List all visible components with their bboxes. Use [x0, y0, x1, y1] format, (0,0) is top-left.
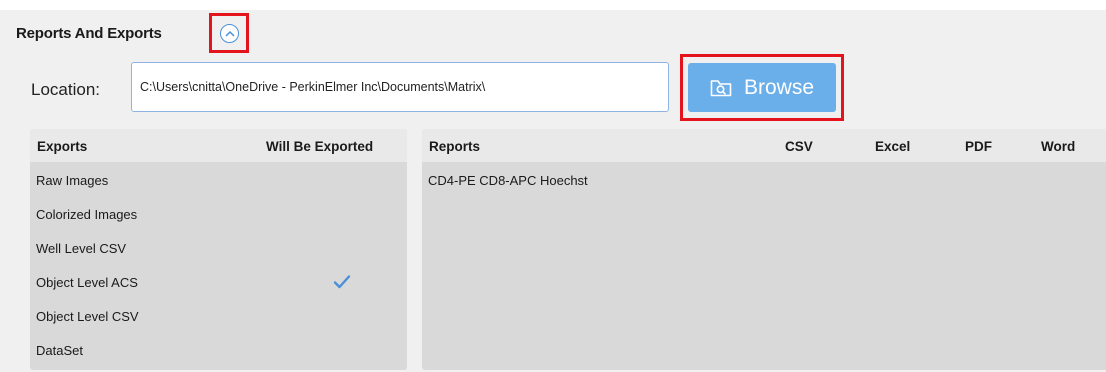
- col-header-will-be-exported[interactable]: Will Be Exported: [266, 139, 373, 154]
- export-name: DataSet: [36, 343, 83, 358]
- exports-grid-header: Exports Will Be Exported: [30, 129, 407, 162]
- col-header-word[interactable]: Word: [1041, 139, 1075, 154]
- browse-button-highlight: Browse: [680, 54, 844, 121]
- reports-grid-header: Reports CSV Excel PDF Word: [422, 129, 1106, 162]
- report-row[interactable]: CD4-PE CD8-APC Hoechst: [428, 173, 588, 188]
- export-row-raw-images[interactable]: Raw Images: [36, 173, 401, 188]
- export-row-object-level-csv[interactable]: Object Level CSV: [36, 309, 401, 324]
- export-name: Well Level CSV: [36, 241, 127, 256]
- exports-grid: Exports Will Be Exported Raw Images Colo…: [30, 129, 407, 370]
- export-name: Colorized Images: [36, 207, 138, 222]
- report-name: CD4-PE CD8-APC Hoechst: [428, 173, 588, 188]
- collapse-button[interactable]: [220, 24, 239, 43]
- col-header-pdf[interactable]: PDF: [965, 139, 992, 154]
- chevron-up-icon: [224, 30, 235, 37]
- export-name: Object Level CSV: [36, 309, 139, 324]
- export-row-well-level-csv[interactable]: Well Level CSV: [36, 241, 401, 256]
- browse-label: Browse: [743, 75, 815, 99]
- location-label: Location:: [31, 80, 100, 99]
- collapse-button-highlight: [209, 13, 249, 53]
- export-name: Raw Images: [36, 173, 109, 188]
- export-row-dataset[interactable]: DataSet: [36, 343, 401, 358]
- section-title: Reports And Exports: [16, 25, 162, 42]
- folder-search-icon: [710, 79, 732, 96]
- col-header-excel[interactable]: Excel: [875, 139, 910, 154]
- reports-grid: Reports CSV Excel PDF Word CD4-PE CD8-AP…: [422, 129, 1106, 370]
- col-header-csv[interactable]: CSV: [785, 139, 813, 154]
- col-header-exports[interactable]: Exports: [37, 139, 87, 154]
- location-input[interactable]: C:\Users\cnitta\OneDrive - PerkinElmer I…: [131, 62, 669, 112]
- export-row-colorized-images[interactable]: Colorized Images: [36, 207, 401, 222]
- export-row-object-level-acs[interactable]: Object Level ACS: [36, 275, 401, 290]
- col-header-reports[interactable]: Reports: [429, 139, 480, 154]
- export-name: Object Level ACS: [36, 275, 138, 290]
- browse-button[interactable]: Browse: [688, 63, 836, 112]
- checkmark-icon[interactable]: [333, 274, 351, 290]
